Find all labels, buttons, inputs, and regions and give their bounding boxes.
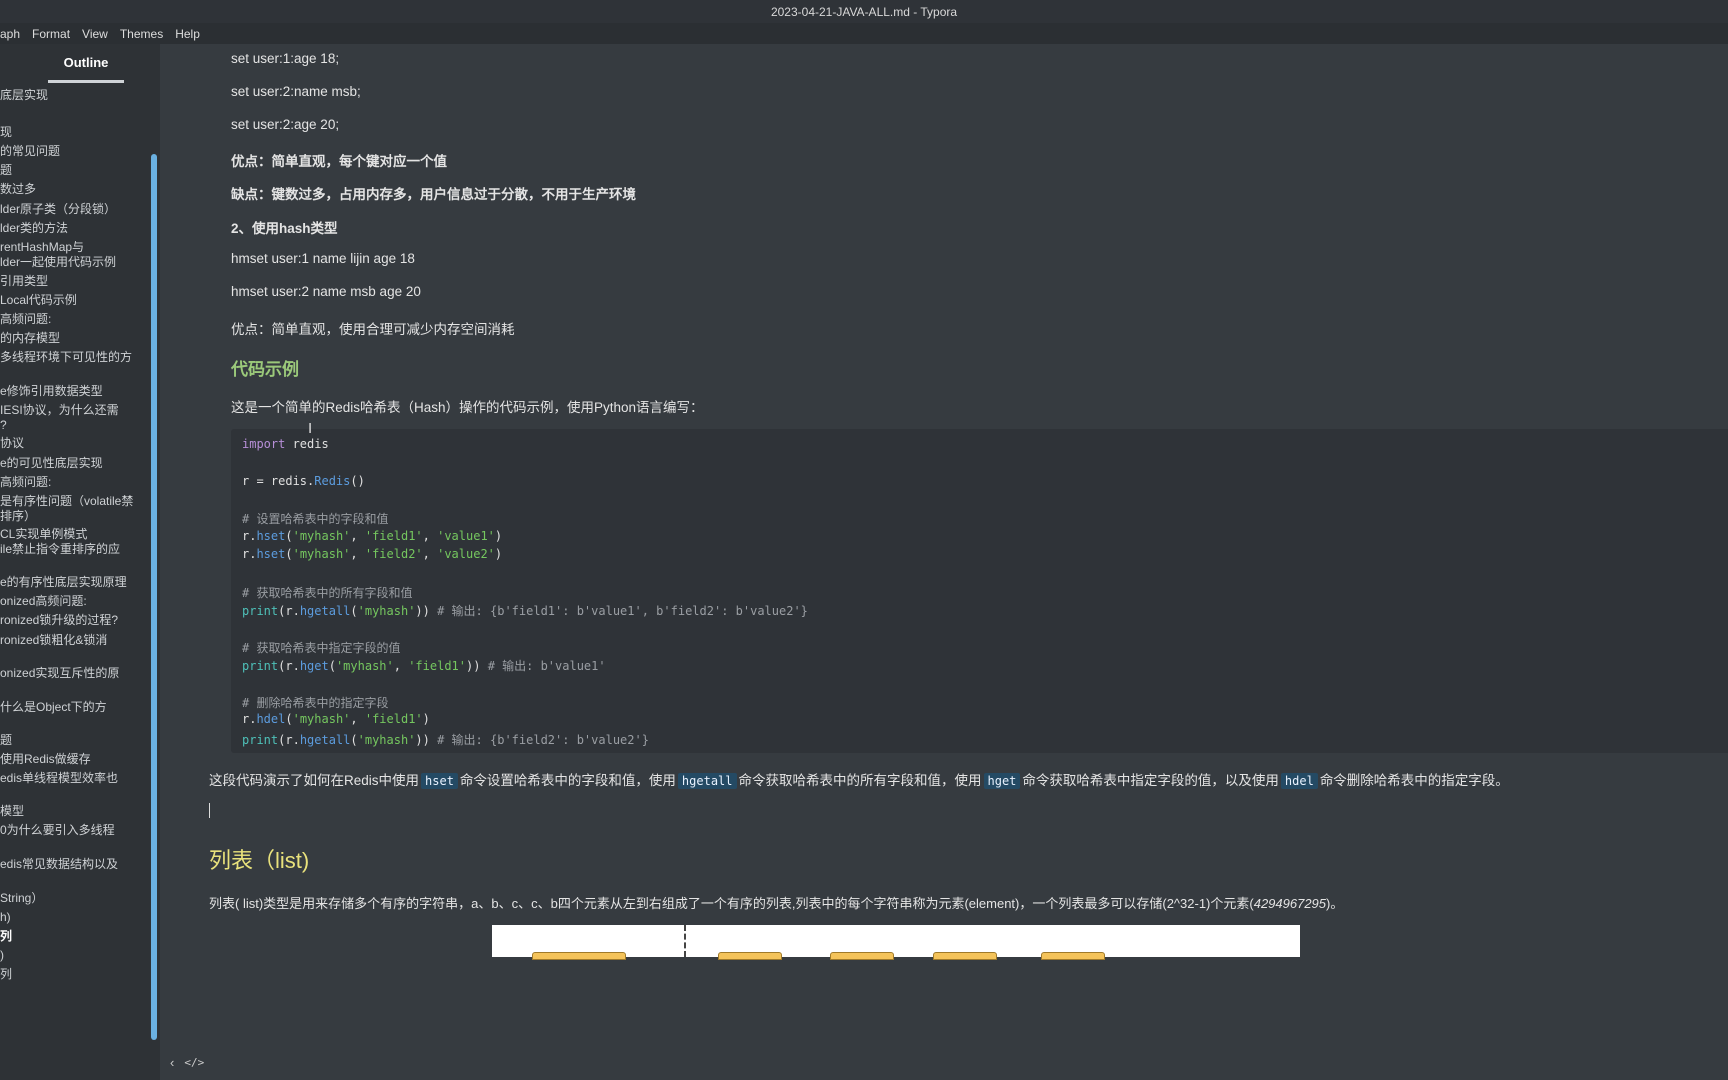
outline-item[interactable]: ronized锁粗化&锁消 [0, 633, 107, 648]
outline-item[interactable]: 数过多 [0, 182, 36, 197]
paragraph: hmset user:1 name lijin age 18 [231, 251, 415, 266]
sidebar: Outline 底层实现 现 的常见问题 题 数过多 lder原子类（分段锁） … [0, 44, 160, 1080]
list-element-box [1041, 952, 1105, 960]
outline-item[interactable]: 的内存模型 [0, 331, 60, 346]
menu-format[interactable]: Format [26, 27, 76, 41]
paragraph: set user:1:age 18; [231, 51, 340, 66]
outline-item[interactable]: lder原子类（分段锁） [0, 202, 116, 217]
menu-themes[interactable]: Themes [114, 27, 169, 41]
outline-item[interactable]: 题 [0, 163, 12, 178]
list-diagram-image [492, 925, 1300, 960]
code-comment: # 设置哈希表中的字段和值 [242, 512, 389, 526]
outline-item[interactable]: 现 [0, 125, 12, 140]
code-line: r.hdel('myhash', 'field1') [242, 712, 430, 726]
paragraph: set user:2:age 20; [231, 117, 340, 132]
outline-item[interactable]: onized高频问题: [0, 594, 87, 609]
code-line: print(r.hget('myhash', 'field1')) # 输出: … [242, 659, 606, 673]
code-line: print(r.hgetall('myhash')) # 输出: {b'fiel… [242, 733, 649, 747]
outline-item[interactable]: e的可见性底层实现 [0, 456, 103, 471]
outline-item[interactable]: ronized锁升级的过程? [0, 613, 118, 628]
menu-bar: aph Format View Themes Help [0, 23, 1728, 44]
outline-item[interactable]: 使用Redis做缓存 [0, 752, 91, 767]
paragraph: hmset user:2 name msb age 20 [231, 284, 421, 299]
outline-item[interactable]: 的常见问题 [0, 144, 60, 159]
list-paragraph: 列表( list)类型是用来存储多个有序的字符串，a、b、c、c、b四个元素从左… [209, 896, 1344, 911]
paragraph-bold: 2、使用hash类型 [231, 221, 338, 236]
inline-code: hset [421, 773, 458, 789]
list-element-box [532, 952, 626, 960]
paragraph-bold: 优点：简单直观，每个键对应一个值 [231, 154, 447, 169]
menu-view[interactable]: View [76, 27, 114, 41]
code-line: r = redis.Redis() [242, 474, 365, 488]
outline-item[interactable]: e的有序性底层实现原理 [0, 575, 127, 590]
outline-item[interactable]: 高频问题: [0, 312, 51, 327]
outline-item[interactable]: Local代码示例 [0, 293, 77, 308]
outline-item[interactable]: 模型 [0, 804, 24, 819]
outline-item[interactable]: edis常见数据结构以及 [0, 857, 118, 872]
outline-item[interactable]: 是有序性问题（volatile禁 排序） [0, 494, 140, 524]
heading-list: 列表（list) [209, 848, 310, 873]
list-element-box [718, 952, 782, 960]
outline-item[interactable]: lder类的方法 [0, 221, 68, 236]
title-bar: 2023-04-21-JAVA-ALL.md - Typora [0, 0, 1728, 23]
code-block[interactable]: import redis r = redis.Redis() # 设置哈希表中的… [231, 429, 1728, 753]
code-comment: # 删除哈希表中的指定字段 [242, 696, 389, 710]
outline-item[interactable]: onized实现互斥性的原 [0, 666, 119, 681]
paragraph: 这是一个简单的Redis哈希表（Hash）操作的代码示例，使用Python语言编… [231, 400, 704, 415]
menu-help[interactable]: Help [169, 27, 206, 41]
outline-item[interactable]: 协议 [0, 436, 24, 451]
outline-item[interactable]: 高频问题: [0, 475, 51, 490]
list-element-box [830, 952, 894, 960]
summary-paragraph: 这段代码演示了如何在Redis中使用 hset 命令设置哈希表中的字段和值，使用 hg… [209, 773, 1509, 789]
outline-item[interactable]: 引用类型 [0, 274, 48, 289]
text-cursor [209, 803, 210, 818]
window-title: 2023-04-21-JAVA-ALL.md - Typora [770, 4, 958, 19]
inline-code: hgetall [677, 773, 737, 789]
outline-item[interactable]: rentHashMap与 lder一起使用代码示例 [0, 240, 140, 270]
outline-scrollbar[interactable] [151, 154, 157, 1040]
outline-item[interactable]: edis单线程模型效率也 [0, 771, 118, 786]
outline-item[interactable]: 什么是Object下的方 [0, 700, 107, 715]
outline-item[interactable]: String） [0, 891, 43, 906]
outline-item[interactable]: 题 [0, 733, 12, 748]
list-element-box [933, 952, 997, 960]
outline-item[interactable]: e修饰引用数据类型 [0, 384, 103, 399]
code-line: import redis [242, 437, 329, 451]
code-comment: # 获取哈希表中的所有字段和值 [242, 586, 413, 600]
menu-paragraph[interactable]: aph [0, 27, 26, 41]
paragraph: 优点：简单直观，使用合理可减少内存空间消耗 [231, 322, 515, 337]
outline-item[interactable]: 0为什么要引入多线程 [0, 823, 115, 838]
outline-item[interactable]: 列 [0, 967, 12, 982]
outline-item-active[interactable]: 列 [0, 929, 12, 944]
paragraph-bold: 缺点：键数过多，占用内存多，用户信息过于分散，不用于生产环境 [231, 187, 636, 202]
outline-item[interactable]: 多线程环境下可见性的方 [0, 350, 132, 365]
inline-code: hdel [1280, 773, 1318, 789]
code-line: r.hset('myhash', 'field2', 'value2') [242, 547, 503, 561]
tab-outline[interactable]: Outline [48, 50, 124, 83]
outline-item[interactable]: CL实现单例模式 ile禁止指令重排序的应 [0, 527, 140, 557]
ibeam-cursor-icon: I [308, 420, 313, 437]
outline-item[interactable]: 底层实现 [0, 88, 48, 103]
outline-item[interactable]: ) [0, 948, 4, 963]
code-line: r.hset('myhash', 'field1', 'value1') [242, 529, 503, 543]
outline-item[interactable]: IESI协议，为什么还需 ? [0, 403, 140, 433]
code-comment: # 获取哈希表中指定字段的值 [242, 641, 401, 655]
code-line: print(r.hgetall('myhash')) # 输出: {b'fiel… [242, 604, 808, 618]
heading-code-example: 代码示例 [231, 360, 299, 379]
outline-item[interactable]: h) [0, 910, 11, 925]
divider [684, 925, 686, 957]
paragraph: set user:2:name msb; [231, 84, 361, 99]
inline-code: hget [983, 773, 1021, 789]
